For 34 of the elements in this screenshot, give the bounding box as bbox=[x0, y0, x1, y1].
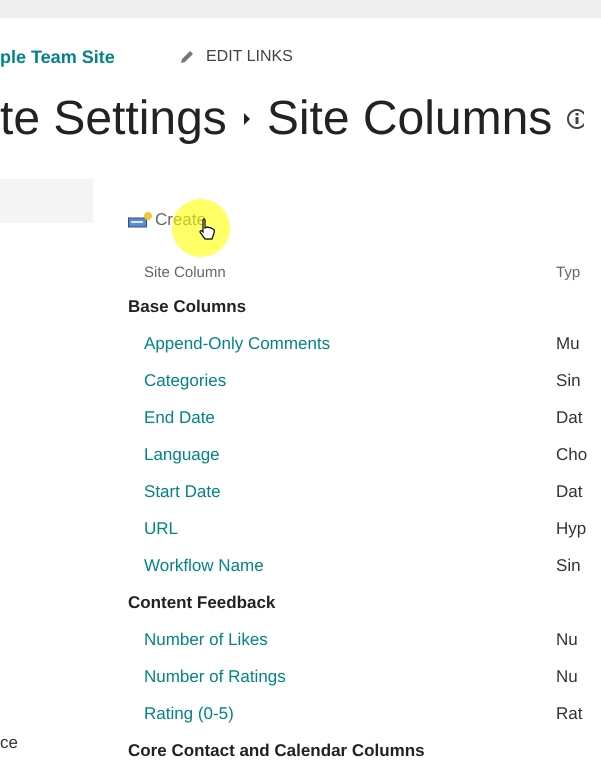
site-column-link[interactable]: Workflow Name bbox=[128, 552, 556, 578]
site-column-link[interactable]: Language bbox=[128, 442, 556, 468]
site-column-link[interactable]: URL bbox=[128, 516, 556, 542]
breadcrumb-link[interactable]: te Settings bbox=[0, 83, 227, 155]
table-cell-text: Dat bbox=[556, 480, 582, 503]
site-column-link[interactable]: Number of Ratings bbox=[128, 664, 556, 690]
table-cell-text: Rat bbox=[556, 702, 582, 725]
site-title-link[interactable]: ple Team Site bbox=[0, 44, 178, 70]
table-cell-text: Nu bbox=[556, 628, 578, 651]
page-title: Site Columns bbox=[266, 91, 552, 147]
group-heading: Base Columns bbox=[128, 296, 246, 318]
breadcrumb-arrow-icon bbox=[242, 112, 251, 126]
nav-link[interactable]: ce bbox=[0, 730, 93, 756]
table-cell-text: Cho bbox=[556, 444, 588, 466]
site-column-link[interactable]: Rating (0-5) bbox=[128, 700, 556, 726]
site-column-link[interactable]: Categories bbox=[128, 368, 556, 394]
column-header[interactable]: Site Column bbox=[128, 262, 556, 284]
site-column-link[interactable]: End Date bbox=[128, 404, 556, 430]
info-icon bbox=[566, 108, 584, 130]
table-cell-text: Hyp bbox=[556, 518, 586, 540]
table-cell-text: Nu bbox=[556, 666, 578, 688]
site-column-link[interactable]: Start Date bbox=[128, 478, 556, 504]
table-cell-text: Sin bbox=[556, 554, 581, 577]
table-cell-text: Mu bbox=[556, 332, 580, 355]
group-heading: Core Contact and Calendar Columns bbox=[128, 740, 425, 762]
table-cell-text: Sin bbox=[556, 370, 581, 392]
column-header[interactable]: Typ bbox=[556, 262, 580, 284]
group-heading: Content Feedback bbox=[128, 592, 276, 614]
site-column-link[interactable]: Number of Likes bbox=[128, 626, 556, 652]
edit-links-button[interactable]: EDIT LINKS bbox=[178, 45, 293, 69]
table-cell-text: Dat bbox=[556, 406, 582, 429]
pencil-icon bbox=[178, 48, 196, 66]
site-column-link[interactable]: Append-Only Comments bbox=[128, 330, 556, 356]
new-column-icon bbox=[128, 212, 153, 228]
